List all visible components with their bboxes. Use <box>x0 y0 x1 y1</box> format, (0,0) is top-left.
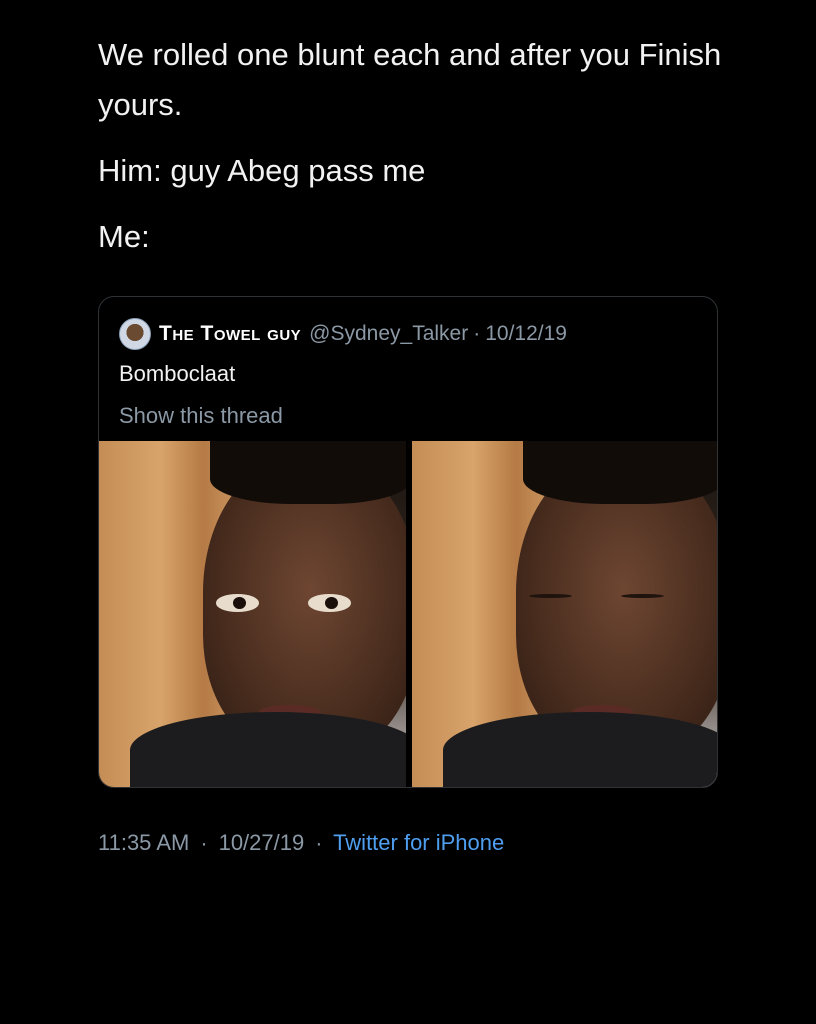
tweet-footer: 11:35 AM · 10/27/19 · Twitter for iPhone <box>98 830 504 856</box>
tweet-date: 10/27/19 <box>218 830 305 855</box>
show-thread-link[interactable]: Show this thread <box>119 403 283 429</box>
quoted-tweet-text: Bomboclaat <box>119 361 236 386</box>
right-eye <box>307 594 351 612</box>
media-grid <box>99 441 717 787</box>
shirt-shape <box>129 712 406 787</box>
tweet-source-link[interactable]: Twitter for iPhone <box>333 830 504 855</box>
left-eye <box>215 594 259 612</box>
tweet-line-1: We rolled one blunt each and after you F… <box>98 37 722 122</box>
quoted-handle[interactable]: @Sydney_Talker <box>309 322 468 346</box>
photo-1[interactable] <box>99 441 406 787</box>
tweet-line-3: Me: <box>98 219 150 254</box>
quoted-tweet-card[interactable]: The Towel guy @Sydney_Talker · 10/12/19 … <box>98 296 718 788</box>
quoted-date[interactable]: 10/12/19 <box>485 322 567 346</box>
hair-shape <box>209 441 406 504</box>
separator-dot: · <box>315 832 323 855</box>
quoted-display-name[interactable]: The Towel guy <box>159 322 301 346</box>
hair-shape <box>522 441 717 504</box>
tweet-time: 11:35 AM <box>98 830 190 855</box>
photo-2[interactable] <box>412 441 717 787</box>
tweet-text: We rolled one blunt each and after you F… <box>98 30 738 278</box>
separator-dot: · <box>200 832 208 855</box>
separator-dot: · <box>473 322 481 345</box>
tweet-line-2: Him: guy Abeg pass me <box>98 153 426 188</box>
user-avatar-icon[interactable] <box>119 318 151 350</box>
shirt-shape <box>442 712 717 787</box>
quoted-tweet-header: The Towel guy @Sydney_Talker · 10/12/19 <box>119 317 567 351</box>
